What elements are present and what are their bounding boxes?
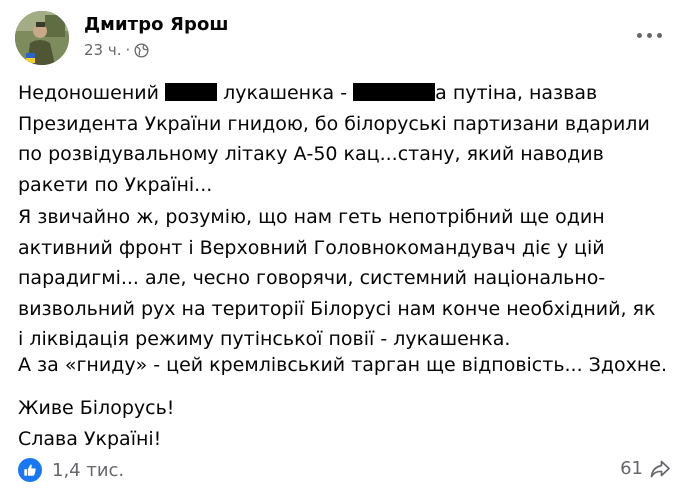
meta-separator: · bbox=[125, 41, 131, 59]
facebook-post: Дмитро Ярош 23 ч. · Недоношений лукашенк… bbox=[0, 0, 689, 501]
share-arrow-icon bbox=[650, 460, 670, 477]
avatar[interactable] bbox=[15, 11, 69, 65]
post-paragraph-2: Я звичайно ж, розумію, що нам геть непот… bbox=[18, 206, 656, 350]
more-dot-icon bbox=[646, 32, 652, 38]
post-paragraph-1: Недоношений лукашенка - а путіна, назвав… bbox=[18, 78, 658, 200]
globe-icon[interactable] bbox=[134, 42, 149, 58]
reaction-count[interactable]: 1,4 тис. bbox=[52, 460, 124, 481]
post-paragraph-3: А за «гниду» - цей кремлівський тарган щ… bbox=[18, 354, 668, 376]
author-name[interactable]: Дмитро Ярош bbox=[84, 14, 229, 35]
closing-line-2: Слава Україні! bbox=[18, 427, 162, 450]
paragraph-1-middle: лукашенка - bbox=[217, 82, 354, 104]
more-dot-icon bbox=[656, 32, 662, 38]
share-count: 61 bbox=[620, 458, 643, 479]
thumbs-up-icon bbox=[24, 464, 36, 476]
avatar-image bbox=[15, 11, 69, 65]
like-icon[interactable] bbox=[18, 458, 42, 482]
post-meta: 23 ч. · bbox=[84, 41, 149, 59]
redaction-block bbox=[353, 83, 436, 101]
share-count-button[interactable]: 61 bbox=[620, 458, 671, 479]
post-timestamp[interactable]: 23 ч. bbox=[84, 41, 122, 59]
redaction-block bbox=[165, 83, 218, 101]
closing-line-1: Живе Білорусь! bbox=[18, 397, 175, 419]
more-dot-icon bbox=[636, 32, 642, 38]
post-closing: Живе Білорусь! Слава Україні! bbox=[18, 393, 678, 454]
more-options-icon[interactable] bbox=[629, 22, 669, 48]
paragraph-1-start: Недоношений bbox=[18, 82, 166, 104]
